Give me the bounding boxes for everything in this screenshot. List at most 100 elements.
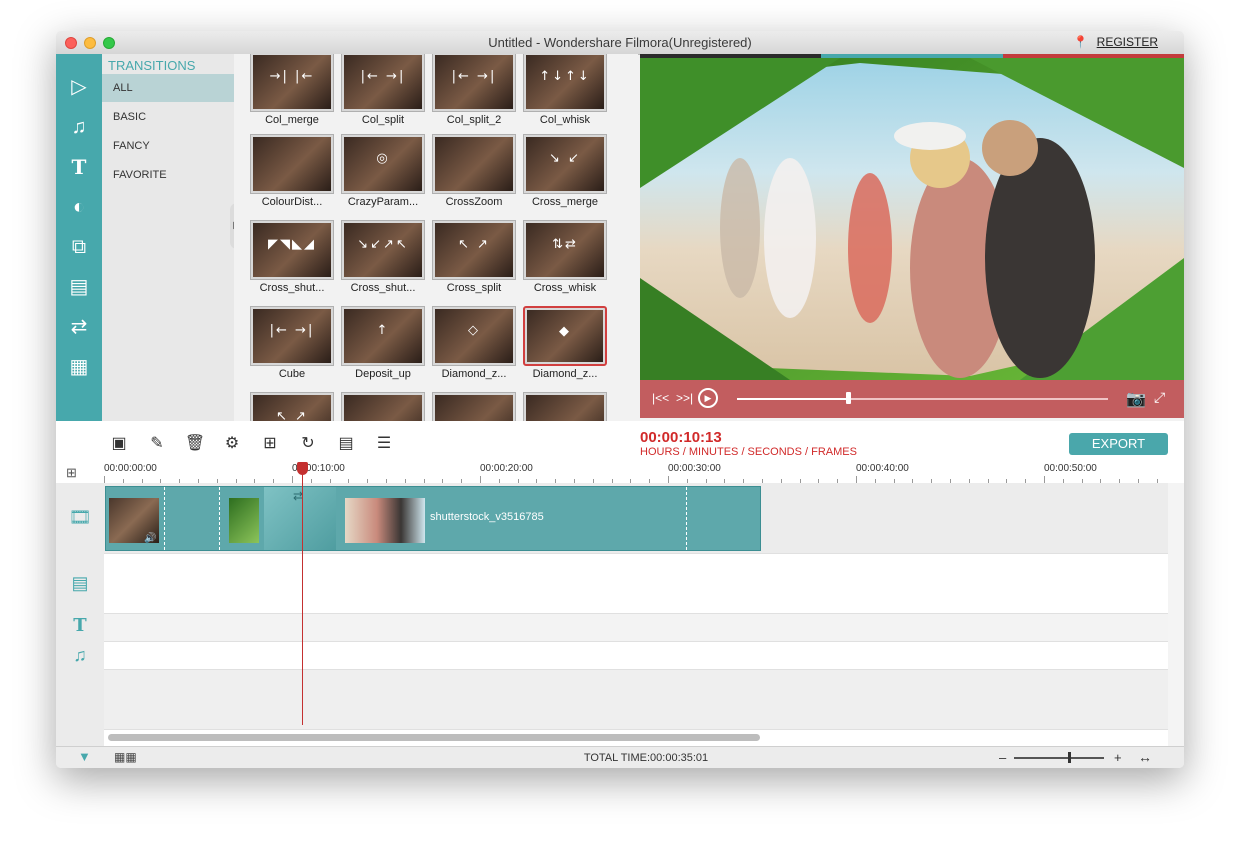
image-track[interactable] xyxy=(104,554,1168,614)
empty-track-area[interactable] xyxy=(104,670,1168,730)
fullscreen-icon[interactable]: ⤢ xyxy=(1154,389,1165,406)
transition-thumbnail[interactable] xyxy=(250,134,334,194)
video-clip[interactable]: 🔊 ⇄ shutterstock_v3516785 xyxy=(105,486,761,551)
preview-progress-knob[interactable] xyxy=(846,392,852,404)
zoom-slider-track[interactable] xyxy=(1014,757,1104,759)
image-track-icon: ▤ xyxy=(71,573,89,593)
preview-panel: |<< >>| ▶ 📷 ⤢ xyxy=(640,54,1184,421)
transition-preview-image: ↑ xyxy=(344,309,422,363)
overlay-icon[interactable]: ⧉ xyxy=(66,234,92,260)
transition-thumbnail[interactable] xyxy=(432,392,516,421)
filter-icon[interactable]: ◐ xyxy=(66,194,92,220)
music-track-icon: ♫ xyxy=(73,645,87,665)
split-screen-icon[interactable]: ▦ xyxy=(66,354,92,380)
ruler-tick xyxy=(104,476,105,483)
settings-icon[interactable]: ▤ xyxy=(335,433,357,455)
record-voiceover-icon[interactable]: ✎ xyxy=(146,433,168,455)
adjust-icon[interactable]: ☰ xyxy=(373,433,395,455)
preview-screen xyxy=(640,58,1184,380)
music-icon[interactable]: ♫ xyxy=(66,114,92,140)
media-icon[interactable]: ▷ xyxy=(66,74,92,100)
clip-label: shutterstock_v3516785 xyxy=(430,511,544,523)
transition-thumbnail[interactable]: ↘ ↙ xyxy=(523,134,607,194)
zoom-in-button[interactable]: + xyxy=(1114,750,1122,765)
category-favorite[interactable]: FAVORITE xyxy=(102,161,234,189)
export-button[interactable]: EXPORT xyxy=(1069,433,1168,455)
rewind-icon[interactable]: |<< xyxy=(652,391,669,405)
preview-progress-track[interactable] xyxy=(737,398,1108,400)
transition-effect-icon: ↘↙↗↖ xyxy=(357,237,409,252)
zoom-out-button[interactable]: – xyxy=(999,750,1006,765)
transition-thumbnail[interactable]: ↖ ↗ xyxy=(250,392,334,421)
transition-effect-icon: ◆ xyxy=(559,324,571,339)
transition-preview-image xyxy=(435,395,513,421)
transition-preview-image: ◤◥◣◢ xyxy=(253,223,331,277)
edit-toolbar: ▣ ✎ 🗑 ⚙ ⊞ ↻ ▤ ☰ 00:00:10:13 HOURS / MINU… xyxy=(56,421,1184,483)
transition-thumbnail[interactable] xyxy=(341,392,425,421)
music-track[interactable] xyxy=(104,642,1168,670)
transition-effect-icon: →| |← xyxy=(269,69,315,84)
transition-effect-icon: ↑ xyxy=(376,323,390,338)
category-fancy[interactable]: FANCY xyxy=(102,132,234,160)
preview-controls: |<< >>| ▶ 📷 ⤢ xyxy=(640,380,1184,418)
delete-icon[interactable]: 🗑 xyxy=(184,433,206,455)
transition-thumbnail[interactable]: ↖ ↗ xyxy=(432,220,516,280)
transition-thumbnail[interactable] xyxy=(523,392,607,421)
transition-icon[interactable]: ⇄ xyxy=(66,314,92,340)
transition-thumbnail[interactable]: |← →| xyxy=(432,54,516,112)
transition-thumbnail[interactable]: |← →| xyxy=(250,306,334,366)
transition-thumbnail[interactable]: ↑ xyxy=(341,306,425,366)
register-link[interactable]: REGISTER xyxy=(1097,35,1158,49)
transition-thumbnail[interactable]: ↑↓↑↓ xyxy=(523,54,607,112)
add-media-icon[interactable]: ▣ xyxy=(108,433,130,455)
status-bar: ▼ ▦▦ TOTAL TIME:00:00:35:01 – + ↔ xyxy=(56,746,1184,768)
play-button[interactable]: ▶ xyxy=(698,388,718,408)
text-track[interactable] xyxy=(104,614,1168,642)
transition-label: Cross_whisk xyxy=(533,282,597,294)
category-basic[interactable]: BASIC xyxy=(102,103,234,131)
category-all[interactable]: ALL xyxy=(102,74,234,102)
transition-effect-icon: |← →| xyxy=(360,69,406,84)
transition-thumbnail[interactable]: ◆ xyxy=(523,306,607,366)
transition-effect-icon: ↖ ↗ xyxy=(458,237,490,252)
add-track-icon[interactable]: ⊞ xyxy=(66,465,86,480)
transition-thumbnail[interactable]: ↘↙↗↖ xyxy=(341,220,425,280)
speed-icon[interactable]: ⚙ xyxy=(221,433,243,455)
transition-thumbnail[interactable]: ◤◥◣◢ xyxy=(250,220,334,280)
transition-effect-icon: ↑↓↑↓ xyxy=(539,69,591,84)
timeline-ruler[interactable]: 00:00:00:00 00:00:10:00 00:00:20:00 00:00:3… xyxy=(104,463,1168,483)
ruler-tick xyxy=(1044,476,1045,483)
speaker-icon: 🔊 xyxy=(144,533,157,544)
transition-effect-icon: ⇅⇄ xyxy=(552,237,578,252)
transition-preview-image: ◆ xyxy=(527,310,603,362)
fit-to-window-icon[interactable]: ↔ xyxy=(1138,749,1152,765)
transition-effect-icon: ◇ xyxy=(468,323,480,338)
category-title: TRANSITIONS xyxy=(108,58,196,73)
transition-thumbnail[interactable]: ◇ xyxy=(432,306,516,366)
preview-image xyxy=(640,58,1184,380)
zoom-slider-knob[interactable] xyxy=(1068,752,1071,763)
step-forward-icon[interactable]: >>| xyxy=(676,391,693,405)
transition-label: Cube xyxy=(278,368,306,380)
transition-preview-image: ↖ ↗ xyxy=(435,223,513,277)
transition-label: ColourDist... xyxy=(261,196,323,208)
element-icon[interactable]: ▤ xyxy=(66,274,92,300)
transition-label: Cross_shut... xyxy=(350,282,416,294)
transition-thumbnail[interactable]: ◎ xyxy=(341,134,425,194)
transition-thumbnail[interactable]: →| |← xyxy=(250,54,334,112)
transition-preview-image xyxy=(344,395,422,421)
transition-thumbnail[interactable]: ⇅⇄ xyxy=(523,220,607,280)
transition-label: Cross_split xyxy=(446,282,502,294)
track-headers: 🎞 ▤ T ♫ xyxy=(56,483,104,746)
transition-thumbnail[interactable] xyxy=(432,134,516,194)
rotate-icon[interactable]: ↻ xyxy=(297,433,319,455)
timeline-scrollbar[interactable] xyxy=(108,734,760,741)
crop-icon[interactable]: ⊞ xyxy=(259,433,281,455)
transition-label: Col_merge xyxy=(265,114,319,126)
snapshot-camera-icon[interactable]: 📷 xyxy=(1126,389,1146,409)
category-panel: TRANSITIONS ALL BASIC FANCY FAVORITE xyxy=(102,54,234,421)
playhead[interactable] xyxy=(302,465,303,725)
transition-thumbnail[interactable]: |← →| xyxy=(341,54,425,112)
text-icon[interactable]: T xyxy=(66,154,92,180)
ruler-label: 00:00:00:00 xyxy=(104,463,157,474)
